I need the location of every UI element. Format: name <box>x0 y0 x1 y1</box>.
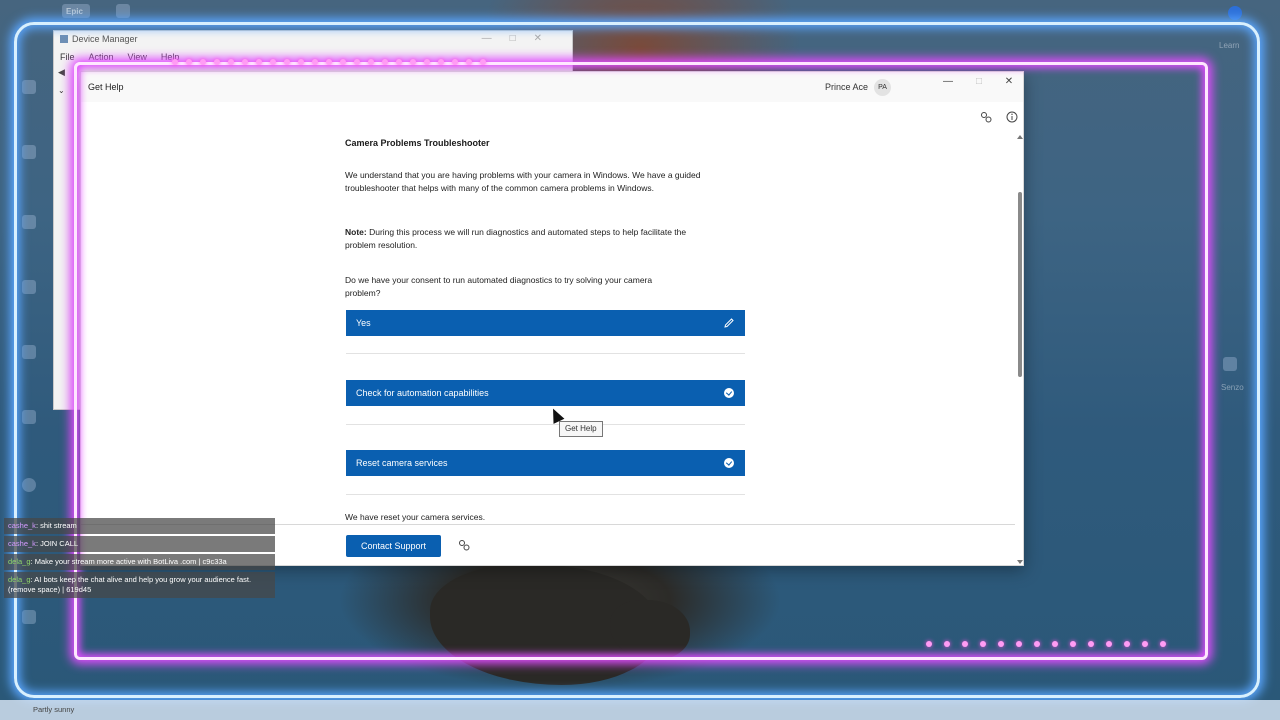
checkmark-icon <box>724 458 734 468</box>
chat-text: : shit stream <box>35 521 77 530</box>
yes-label: Yes <box>356 318 371 328</box>
share-icon[interactable] <box>458 539 470 551</box>
checkmark-icon <box>724 388 734 398</box>
chat-text: : JOIN CALL <box>35 539 79 548</box>
scrollbar-thumb[interactable] <box>1018 192 1022 377</box>
tooltip: Get Help <box>559 421 603 437</box>
note-body: During this process we will run diagnost… <box>345 227 687 250</box>
chat-message: dela_g: Make your stream more active wit… <box>4 554 275 570</box>
get-help-titlebar[interactable]: Get Help Prince Ace PA — □ ✕ <box>81 72 1023 102</box>
chat-user: cashe_k <box>8 539 36 548</box>
scrollbar[interactable] <box>1016 132 1023 565</box>
scroll-down-arrow-icon[interactable] <box>1017 560 1023 564</box>
step-check-automation[interactable]: Check for automation capabilities <box>346 380 745 406</box>
app-icon[interactable] <box>22 145 36 159</box>
stream-chat: cashe_k: shit stream cashe_k: JOIN CALL … <box>4 518 275 600</box>
window-title: Get Help <box>88 82 124 92</box>
contact-support-button[interactable]: Contact Support <box>346 535 441 557</box>
user-name[interactable]: Prince Ace <box>825 82 868 92</box>
app-icon[interactable] <box>22 80 36 94</box>
maximize-button[interactable]: □ <box>969 75 989 89</box>
page-title: Camera Problems Troubleshooter <box>345 138 490 148</box>
yes-answer-bar[interactable]: Yes <box>346 310 745 336</box>
app-icon[interactable] <box>22 215 36 229</box>
scroll-up-arrow-icon[interactable] <box>1017 135 1023 139</box>
shortcut-icon[interactable] <box>1223 357 1237 371</box>
window-controls[interactable]: —□✕ <box>482 33 560 44</box>
desktop-icon-label: Epic <box>66 7 83 16</box>
note-text: Note: During this process we will run di… <box>345 226 715 252</box>
reset-message: We have reset your camera services. <box>345 512 486 522</box>
minimize-button[interactable]: — <box>938 75 958 89</box>
device-manager-icon <box>60 35 68 43</box>
avatar[interactable]: PA <box>874 79 891 96</box>
app-icon[interactable] <box>22 345 36 359</box>
menu-view[interactable]: View <box>128 52 147 62</box>
back-arrow-icon[interactable]: ◀ <box>58 67 65 77</box>
weather-label[interactable]: Partly sunny <box>33 705 74 714</box>
close-button[interactable]: ✕ <box>999 75 1019 89</box>
intro-text: We understand that you are having proble… <box>345 170 701 193</box>
divider <box>346 353 745 354</box>
app-icon[interactable] <box>22 478 36 492</box>
note-label: Note: <box>345 227 367 237</box>
edit-pencil-icon[interactable] <box>723 317 735 329</box>
step-label: Reset camera services <box>356 458 448 468</box>
desktop-icon-label: Learn <box>1219 41 1240 50</box>
neon-dots <box>172 59 486 65</box>
expand-chevron-icon[interactable]: ⌄ <box>58 86 65 95</box>
chat-message: dela_g: AI bots keep the chat alive and … <box>4 572 275 598</box>
taskbar: Partly sunny <box>0 700 1280 720</box>
chat-user: dela_g <box>8 575 31 584</box>
chat-message: cashe_k: JOIN CALL <box>4 536 275 552</box>
menu-action[interactable]: Action <box>89 52 114 62</box>
divider <box>346 494 745 495</box>
consent-question: Do we have your consent to run automated… <box>345 275 653 298</box>
chat-user: cashe_k <box>8 521 36 530</box>
info-icon[interactable] <box>1006 111 1018 123</box>
file-icon[interactable] <box>116 4 130 18</box>
desktop-icon-label: Senzo <box>1221 383 1244 392</box>
chat-message: cashe_k: shit stream <box>4 518 275 534</box>
app-icon[interactable] <box>22 610 36 624</box>
device-manager-title: Device Manager <box>72 34 138 44</box>
neon-dots <box>926 641 1166 647</box>
chat-text: : AI bots keep the chat alive and help y… <box>8 575 252 594</box>
step-reset-camera-services[interactable]: Reset camera services <box>346 450 745 476</box>
app-icon[interactable] <box>22 280 36 294</box>
menu-file[interactable]: File <box>60 52 75 62</box>
chat-text: : Make your stream more active with BotL… <box>30 557 227 566</box>
app-icon[interactable] <box>22 410 36 424</box>
edge-icon[interactable] <box>1228 6 1242 20</box>
step-label: Check for automation capabilities <box>356 388 489 398</box>
device-manager-titlebar[interactable]: Device Manager —□✕ <box>54 31 572 47</box>
share-icon[interactable] <box>980 111 992 123</box>
get-help-window: Get Help Prince Ace PA — □ ✕ Camera Prob… <box>80 71 1024 566</box>
divider <box>346 424 745 425</box>
chat-user: dela_g <box>8 557 31 566</box>
